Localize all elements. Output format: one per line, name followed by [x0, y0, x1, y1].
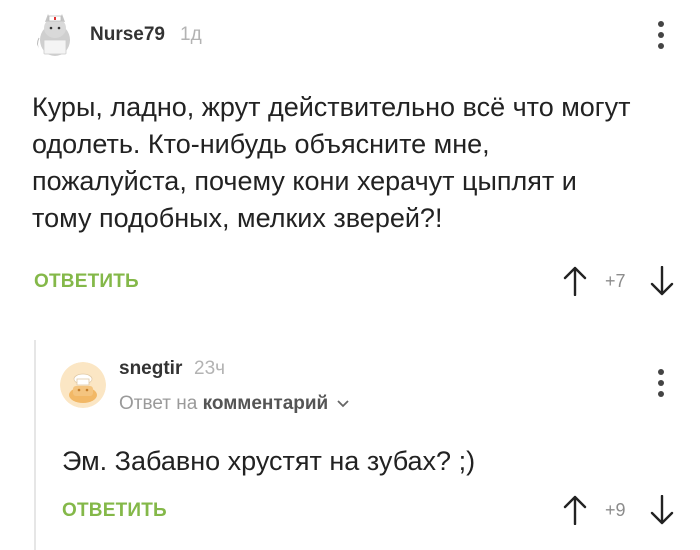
reply-button[interactable]: ОТВЕТИТЬ — [62, 500, 167, 522]
username[interactable]: snegtir — [119, 358, 182, 380]
comment-rating: +7 — [605, 271, 626, 291]
reply-to[interactable]: Ответ на комментарий — [119, 393, 350, 415]
reply-button[interactable]: ОТВЕТИТЬ — [34, 271, 139, 293]
comment-text: Куры, ладно, жрут действительно всё что … — [32, 92, 631, 233]
comment-time: 1д — [180, 24, 202, 45]
comment-rating: +9 — [605, 500, 626, 520]
downvote-arrow-icon[interactable] — [650, 494, 674, 525]
chevron-down-icon[interactable] — [336, 393, 350, 415]
username[interactable]: Nurse79 — [90, 24, 165, 46]
user-avatar[interactable] — [60, 362, 106, 408]
comment-text: Эм. Забавно хрустят на зубах? ;) — [62, 446, 476, 476]
upvote-arrow-icon[interactable] — [563, 266, 587, 297]
more-options-icon[interactable] — [656, 21, 666, 49]
downvote-arrow-icon[interactable] — [650, 265, 674, 296]
more-options-icon[interactable] — [656, 369, 666, 397]
thread-line[interactable] — [34, 340, 36, 550]
upvote-arrow-icon[interactable] — [563, 495, 587, 526]
comment-time: 23ч — [194, 358, 226, 379]
user-avatar[interactable] — [35, 10, 75, 58]
reply-to-target[interactable]: комментарий — [203, 393, 329, 414]
reply-to-prefix: Ответ на — [119, 393, 198, 415]
